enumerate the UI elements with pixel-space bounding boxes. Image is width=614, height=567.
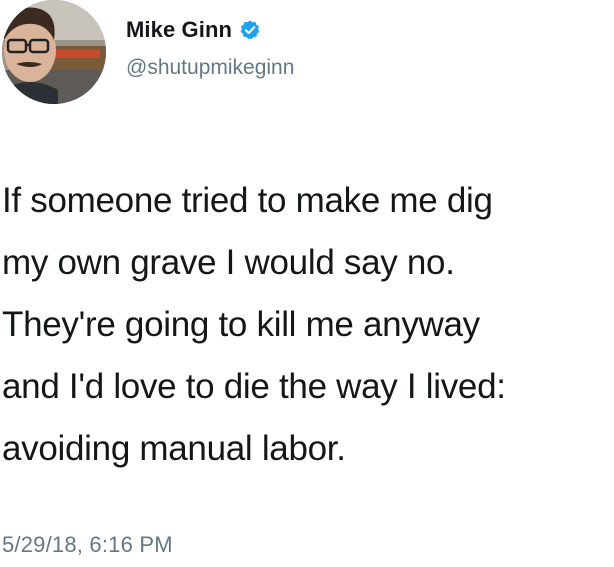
user-handle[interactable]: @shutupmikeginn [126,56,294,80]
name-row: Mike Ginn [126,14,261,46]
tweet-body: If someone tried to make me dig my own g… [2,170,610,480]
verified-badge-icon [239,19,261,41]
profile-photo-icon [2,0,106,104]
tweet-line: avoiding manual labor. [2,429,346,468]
avatar[interactable] [2,0,106,104]
tweet-timestamp[interactable]: 5/29/18, 6:16 PM [2,532,173,558]
display-name[interactable]: Mike Ginn [126,17,232,43]
tweet-header: Mike Ginn @shutupmikeginn [0,0,614,112]
tweet-line: They're going to kill me anyway [2,305,480,344]
tweet-line: and I'd love to die the way I lived: [2,367,506,406]
tweet-line: my own grave I would say no. [2,243,455,282]
tweet-line: If someone tried to make me dig [2,181,493,220]
tweet-card: Mike Ginn @shutupmikeginn If someone tri… [0,0,614,567]
